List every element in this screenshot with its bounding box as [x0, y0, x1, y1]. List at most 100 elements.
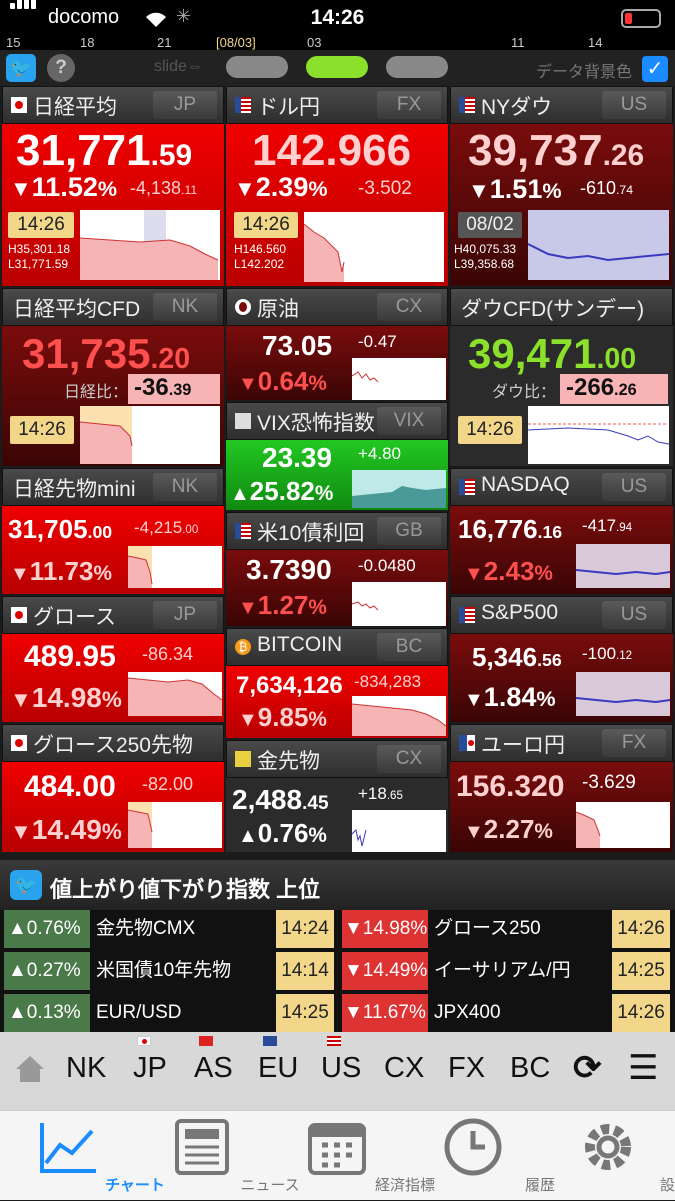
menu-icon[interactable]: ☰ — [628, 1048, 658, 1088]
japan-flag-icon — [11, 97, 27, 113]
nav-fx[interactable]: FX — [448, 1052, 485, 1085]
market-code[interactable]: NK — [153, 293, 217, 321]
update-time: 14:26 — [234, 212, 298, 238]
panel-vix[interactable]: VIX恐怖指数 VIX 23.39 +4.80 ▲25.82% — [226, 402, 448, 510]
newspaper-icon — [175, 1119, 229, 1175]
market-code[interactable]: US — [602, 473, 666, 501]
panel-title: S&P500 — [481, 601, 558, 625]
market-code[interactable]: NK — [153, 473, 217, 501]
market-code[interactable]: FX — [602, 729, 666, 757]
nav-as[interactable]: AS — [194, 1052, 233, 1085]
market-code[interactable]: CX — [377, 745, 441, 773]
bitcoin-icon: ₿ — [235, 639, 251, 655]
panel-growth250[interactable]: グロース250先物 484.00 -82.00 ▼14.49% — [2, 724, 224, 852]
tab-chart[interactable]: チャート — [0, 1111, 135, 1201]
percent-change: ▼14.98% — [10, 682, 122, 714]
update-time: 14:26 — [8, 212, 74, 238]
panel-oil[interactable]: 原油 CX 73.05 -0.47 ▼0.64% — [226, 288, 448, 400]
ranking-row[interactable]: ▲0.13% EUR/USD 14:25 ▼11.67% JPX400 14:2… — [0, 994, 675, 1034]
panel-growth[interactable]: グロース JP 489.95 -86.34 ▼14.98% — [2, 596, 224, 722]
panel-nydow[interactable]: NYダウ US 39,737.26 ▼1.51% -610.74 08/02 H… — [450, 86, 673, 286]
price-change: -0.47 — [358, 332, 397, 352]
panel-nasdaq[interactable]: NASDAQ US 16,776.16 -417.94 ▼2.43% — [450, 468, 673, 594]
page-indicator-2[interactable] — [306, 56, 368, 78]
price: 16,776.16 — [458, 514, 562, 545]
panel-title: ユーロ円 — [481, 729, 565, 759]
panel-nikkei[interactable]: 日経平均 JP 31,771.59 ▼11.52% -4,138.11 14:2… — [2, 86, 224, 286]
nav-us[interactable]: US — [321, 1052, 361, 1085]
tab-indicators[interactable]: 経済指標 — [270, 1111, 405, 1201]
ranking-row[interactable]: ▲0.27% 米国債10年先物 14:14 ▼14.49% イーサリアム/円 1… — [0, 952, 675, 992]
refresh-icon[interactable]: ⟳ — [573, 1048, 602, 1088]
price: 31,705.00 — [8, 514, 112, 545]
twitter-icon[interactable]: 🐦 — [10, 870, 42, 900]
panel-bitcoin[interactable]: ₿ BITCOIN BC 7,634,126 -834,283 ▼9.85% — [226, 628, 448, 738]
market-code[interactable]: US — [602, 601, 666, 629]
percent-change: ▼2.39% — [234, 172, 328, 203]
panel-header: NASDAQ US — [450, 468, 673, 506]
percent-change: ▼9.85% — [238, 702, 327, 733]
panel-nikkei-cfd[interactable]: 日経平均CFD NK 31,735.20 日経比： -36.39 14:26 — [2, 288, 224, 466]
panel-eurjpy[interactable]: ユーロ円 FX 156.320 -3.629 ▼2.27% — [450, 724, 673, 852]
market-code[interactable]: VIX — [377, 407, 441, 435]
tab-settings[interactable]: 設定 — [540, 1111, 675, 1201]
nav-jp[interactable]: JP — [133, 1052, 167, 1085]
price: 5,346.56 — [472, 642, 562, 673]
sparkline-chart — [352, 470, 446, 508]
price-change: -3.502 — [358, 178, 412, 200]
panel-header: 金先物 CX — [226, 740, 448, 778]
tick-label: 18 — [80, 35, 94, 50]
us-flag-icon — [459, 607, 475, 623]
sparkline-chart — [128, 546, 222, 588]
page-indicator-3[interactable] — [386, 56, 448, 78]
page-indicator-1[interactable] — [226, 56, 288, 78]
comparison-value: -36.39 — [128, 374, 220, 404]
china-flag-icon — [199, 1036, 213, 1046]
panel-header: ドル円 FX — [226, 86, 448, 124]
market-code[interactable]: US — [602, 91, 666, 119]
clock-icon — [443, 1117, 503, 1177]
us-flag-icon — [459, 97, 475, 113]
market-code[interactable]: BC — [377, 633, 441, 661]
panel-sp500[interactable]: S&P500 US 5,346.56 -100.12 ▼1.84% — [450, 596, 673, 722]
twitter-icon[interactable]: 🐦 — [6, 54, 36, 82]
price-change: -417.94 — [582, 516, 632, 536]
comparison-label: 日経比： — [64, 378, 128, 402]
loss-percent: ▼14.49% — [342, 952, 428, 990]
tab-news[interactable]: ニュース — [135, 1111, 270, 1201]
background-color-checkbox[interactable]: ✓ — [642, 56, 668, 82]
market-code[interactable]: FX — [377, 91, 441, 119]
market-code[interactable]: CX — [377, 293, 441, 321]
gain-time: 14:14 — [276, 952, 334, 990]
japan-flag-icon — [11, 607, 27, 623]
panel-gold[interactable]: 金先物 CX 2,488.45 +18.65 ▲0.76% — [226, 740, 448, 852]
sparkline-chart — [352, 358, 446, 400]
panel-title: VIX恐怖指数 — [257, 407, 375, 437]
home-icon[interactable] — [14, 1054, 46, 1084]
sparkline-chart — [80, 210, 220, 280]
panel-nikkei-mini[interactable]: 日経先物mini NK 31,705.00 -4,215.00 ▼11.73% — [2, 468, 224, 594]
nav-cx[interactable]: CX — [384, 1052, 424, 1085]
percent-change: ▼0.64% — [238, 366, 327, 397]
ranking-row[interactable]: ▲0.76% 金先物CMX 14:24 ▼14.98% グロース250 14:2… — [0, 910, 675, 950]
sparkline-chart — [576, 672, 670, 716]
market-code[interactable]: JP — [153, 601, 217, 629]
nav-nk[interactable]: NK — [66, 1052, 106, 1085]
percent-change: ▼2.27% — [464, 814, 553, 845]
help-icon[interactable]: ? — [47, 54, 75, 82]
panel-us10y[interactable]: 米10債利回 GB 3.7390 -0.0480 ▼1.27% — [226, 512, 448, 626]
price-change: -82.00 — [142, 774, 193, 795]
nav-eu[interactable]: EU — [258, 1052, 298, 1085]
market-code[interactable]: GB — [377, 517, 441, 545]
price: 31,735.20 — [22, 330, 190, 378]
panel-title: 金先物 — [257, 745, 320, 775]
tab-history[interactable]: 履歴 — [405, 1111, 540, 1201]
panel-usdjpy[interactable]: ドル円 FX 142.966 ▼2.39% -3.502 14:26 H146.… — [226, 86, 448, 286]
us-flag-icon — [327, 1036, 341, 1046]
nav-bc[interactable]: BC — [510, 1052, 550, 1085]
loss-time: 14:25 — [612, 952, 670, 990]
vix-icon — [235, 413, 251, 429]
market-code[interactable]: JP — [153, 91, 217, 119]
panel-dow-cfd[interactable]: ダウCFD(サンデー) 39,471.00 ダウ比： -266.26 14:26 — [450, 288, 673, 466]
price: 7,634,126 — [236, 672, 343, 700]
